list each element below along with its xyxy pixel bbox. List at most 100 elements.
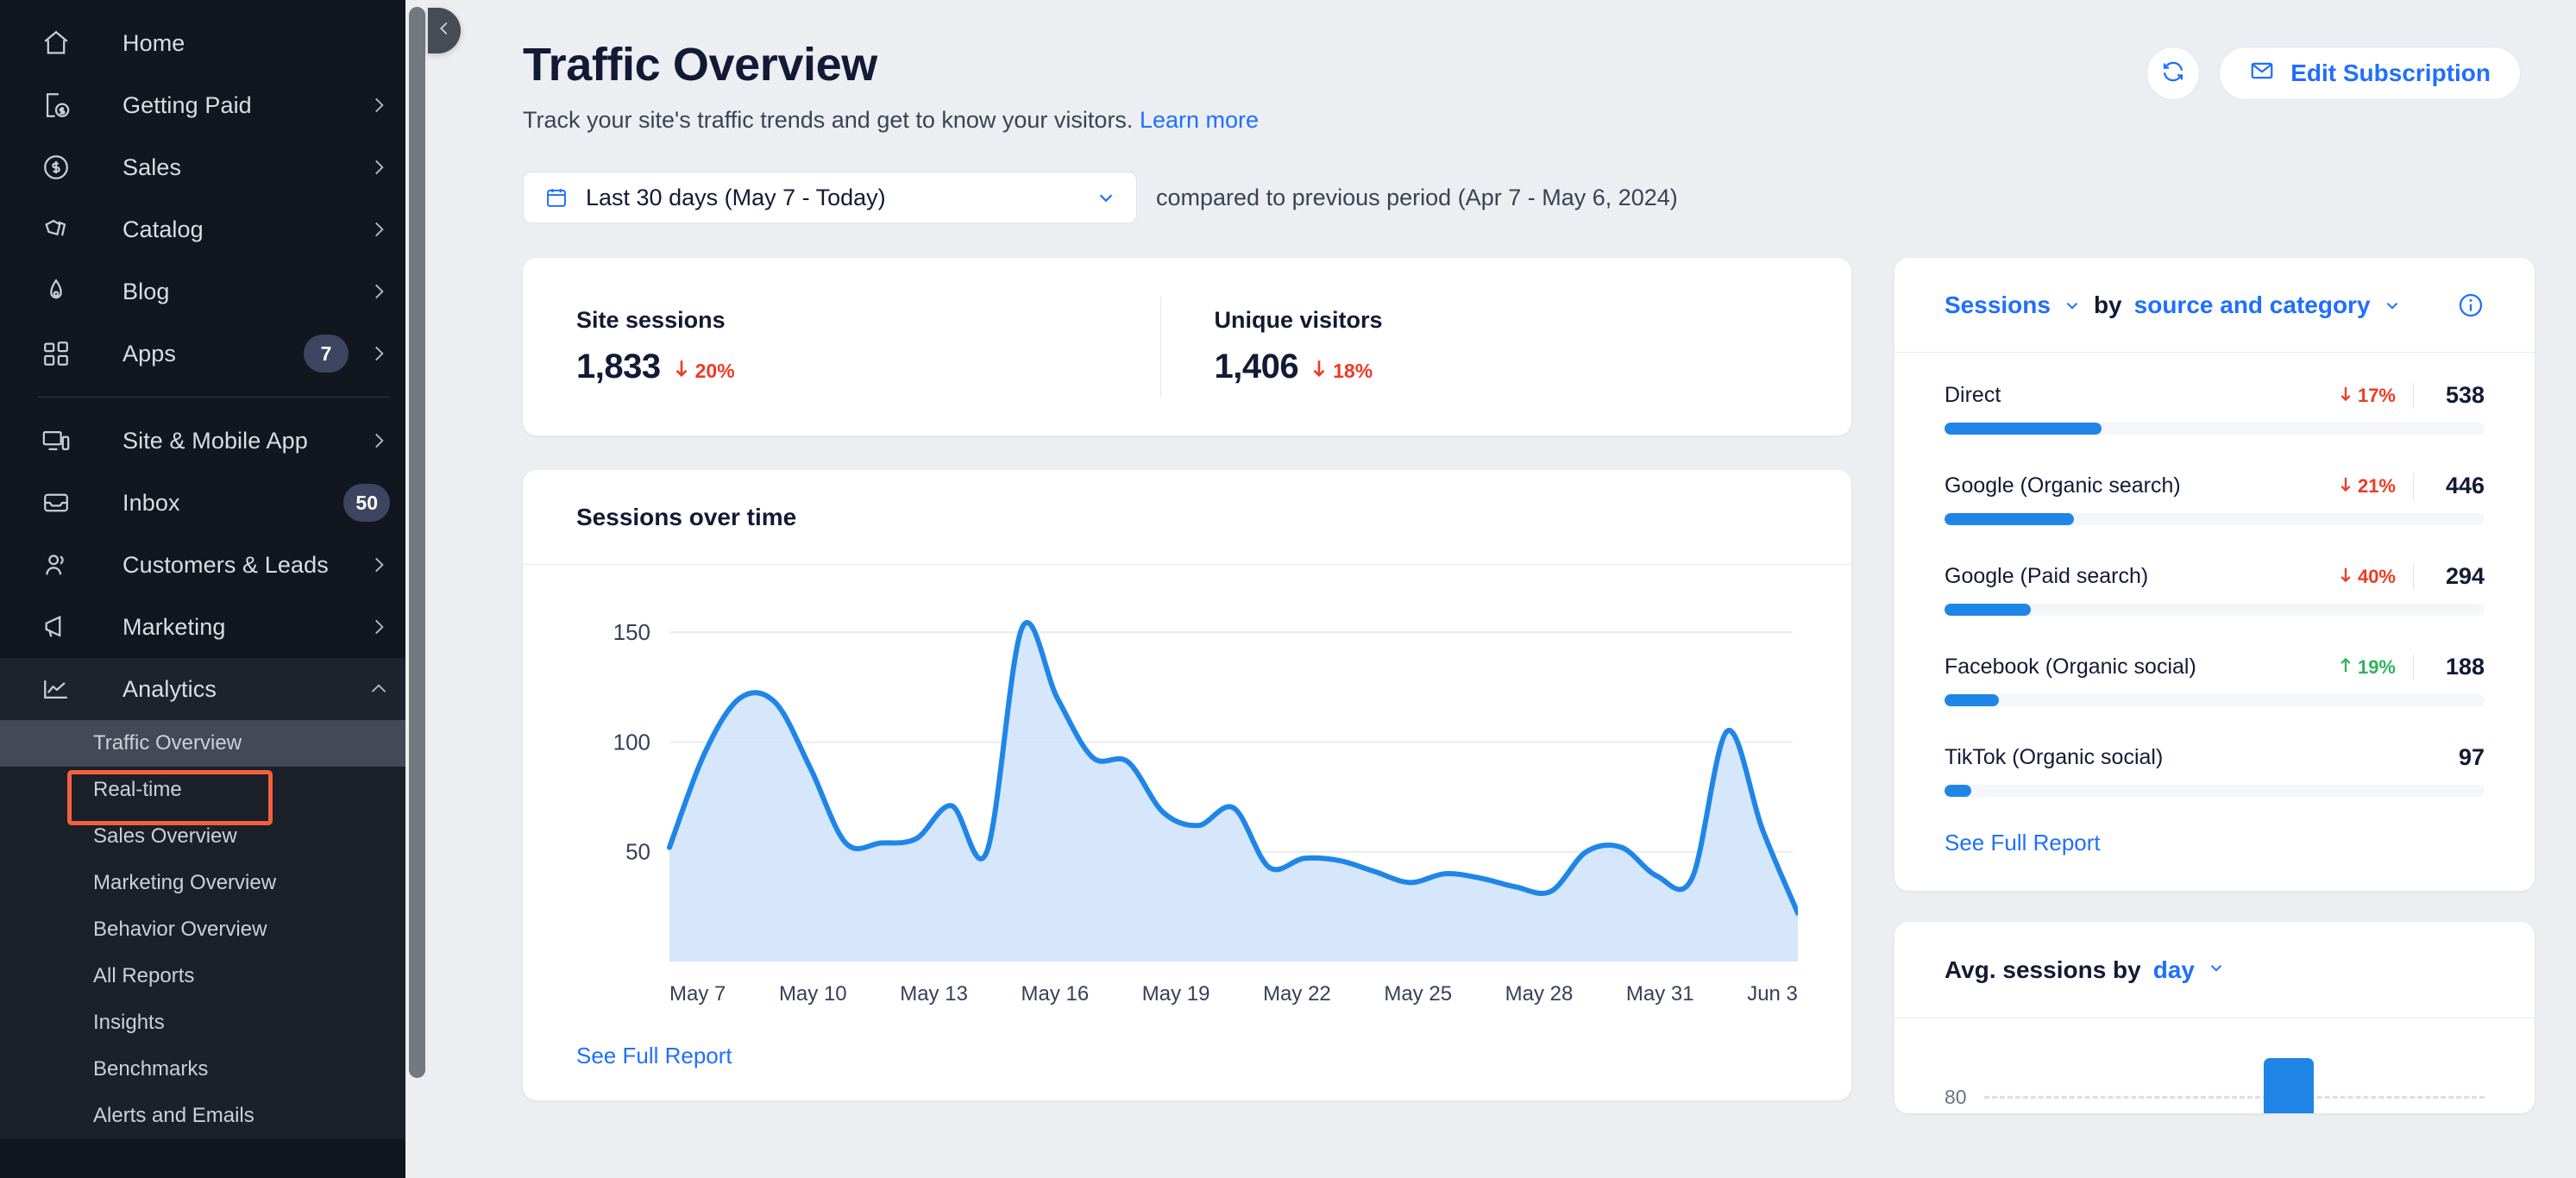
chevron-right-icon [368,94,390,116]
chevron-down-icon[interactable] [2207,958,2226,981]
main-content: Traffic Overview Track your site's traff… [428,0,2576,1178]
edit-subscription-button[interactable]: Edit Subscription [2219,47,2521,100]
sidebar-item-sales-overview[interactable]: Sales Overview [0,813,428,860]
source-value: 294 [2445,563,2485,589]
chevron-left-icon [435,19,454,42]
divider [2413,654,2414,680]
sidebar-item-analytics[interactable]: Analytics [0,658,428,720]
sidebar-divider [38,397,390,398]
sidebar-item-right: 7 [304,335,390,373]
source-row[interactable]: Google (Paid search) 40% 294 [1945,563,2485,616]
page-subtitle: Track your site's traffic trends and get… [523,107,2146,134]
sessions-see-full-report-link[interactable]: See Full Report [576,1043,732,1068]
chevron-down-icon[interactable] [2063,296,2082,315]
arrow-up-icon [2339,656,2353,679]
apps-grid-icon [38,335,74,372]
source-delta: 17% [2339,385,2396,407]
kpi-delta: 18% [1310,359,1373,383]
sidebar-item-alerts-and-emails[interactable]: Alerts and Emails [0,1093,428,1139]
catalog-cards-icon [38,211,74,248]
source-row-top: TikTok (Organic social) 97 [1945,744,2485,771]
sub-item-label: All Reports [93,964,195,987]
sidebar-scrollbar-thumb[interactable] [409,7,425,1078]
source-row[interactable]: Facebook (Organic social) 19% 188 [1945,654,2485,706]
sessions-chart[interactable]: 50 100 150 [576,591,1800,996]
metric-selector[interactable]: Sessions [1945,291,2051,319]
learn-more-link[interactable]: Learn more [1140,107,1259,133]
sidebar-item-behavior-overview[interactable]: Behavior Overview [0,906,428,953]
page-title: Traffic Overview [523,39,877,91]
sessions-over-time-card: Sessions over time 50 100 150 May 7 May 10… [523,470,1851,1100]
source-delta-value: 21% [2357,474,2396,497]
sidebar-item-all-reports[interactable]: All Reports [0,953,428,999]
date-range-select[interactable]: Last 30 days (May 7 - Today) [523,172,1137,223]
avg-sessions-dimension[interactable]: day [2153,956,2195,984]
inbox-icon [38,485,74,521]
sidebar-item-benchmarks[interactable]: Benchmarks [0,1046,428,1093]
sidebar-item-label: Inbox [123,489,180,516]
pen-nib-icon [38,273,74,310]
arrow-down-icon [673,359,690,383]
arrow-down-icon [2339,566,2353,588]
source-value: 538 [2445,382,2485,408]
sub-item-label: Alerts and Emails [93,1104,254,1127]
sidebar-item-inbox[interactable]: Inbox 50 [0,472,428,534]
sidebar-item-label: Sales [123,154,182,180]
compare-period-text: compared to previous period (Apr 7 - May… [1156,184,1678,210]
page-subtitle-text: Track your site's traffic trends and get… [523,107,1134,133]
home-icon [38,25,74,61]
refresh-button[interactable] [2146,47,2201,100]
chevron-down-icon [1095,186,1117,209]
sidebar-item-catalog[interactable]: Catalog [0,198,428,260]
dimension-selector[interactable]: source and category [2134,291,2371,319]
people-icon [38,547,74,583]
edit-subscription-label: Edit Subscription [2290,60,2491,86]
source-progress-bar [1945,513,2485,525]
chevron-down-icon[interactable] [2383,296,2402,315]
sidebar-item-customers-leads[interactable]: Customers & Leads [0,534,428,596]
sources-see-full-report-link[interactable]: See Full Report [1945,830,2101,855]
dashboard-columns: Site sessions 1,833 20% Unique visitors … [523,258,2535,1113]
source-row-right: 21% 446 [2339,473,2485,499]
avg-sessions-card: Avg. sessions by day 80 [1894,922,2535,1113]
dollar-circle-icon [38,149,74,185]
sessions-chart-body: 50 100 150 May 7 May 10 May 13 May 16 May … [523,565,1851,1020]
sidebar-item-right [368,429,390,452]
sidebar-item-apps[interactable]: Apps 7 [0,323,428,385]
source-progress-fill [1945,785,1972,797]
sidebar-item-getting-paid[interactable]: Getting Paid [0,74,428,136]
sidebar-item-traffic-overview[interactable]: Traffic Overview [0,720,428,767]
sidebar-scrollbar-track[interactable] [405,0,428,1178]
info-icon[interactable] [2457,291,2485,319]
divider [2413,382,2414,409]
source-delta: 19% [2339,656,2396,679]
sidebar-item-label: Analytics [123,675,217,702]
sidebar-item-insights[interactable]: Insights [0,999,428,1046]
kpi-value: 1,406 [1214,348,1299,385]
source-row[interactable]: Direct 17% 538 [1945,382,2485,435]
sidebar-item-blog[interactable]: Blog [0,260,428,323]
sidebar-item-site-mobile-app[interactable]: Site & Mobile App [0,410,428,472]
line-chart-icon [38,671,74,707]
sidebar-item-label: Getting Paid [123,91,252,118]
arrow-down-icon [2339,385,2353,407]
sidebar-item-sales[interactable]: Sales [0,136,428,198]
page-header-left: Traffic Overview Track your site's traff… [523,38,2146,134]
sidebar-item-label: Marketing [123,613,226,640]
sidebar-item-home[interactable]: Home [0,12,428,74]
avg-sessions-header: Avg. sessions by day [1894,922,2535,1018]
sidebar-item-right [368,554,390,576]
source-row[interactable]: Google (Organic search) 21% 446 [1945,473,2485,525]
sidebar-item-real-time[interactable]: Real-time [0,767,428,813]
sidebar-item-right: 50 [343,484,390,522]
sidebar-nav: Home Getting Paid Sales Catalog Blog App… [0,0,428,1139]
chevron-right-icon [368,616,390,638]
sidebar: Home Getting Paid Sales Catalog Blog App… [0,0,428,1178]
source-delta: 40% [2339,566,2396,588]
sidebar-item-marketing[interactable]: Marketing [0,596,428,658]
kpi-unique-visitors: Unique visitors 1,406 18% [1159,297,1799,397]
source-row[interactable]: TikTok (Organic social) 97 [1945,744,2485,797]
sidebar-item-marketing-overview[interactable]: Marketing Overview [0,860,428,906]
sidebar-item-right [368,616,390,638]
kpi-label: Unique visitors [1214,307,1383,333]
